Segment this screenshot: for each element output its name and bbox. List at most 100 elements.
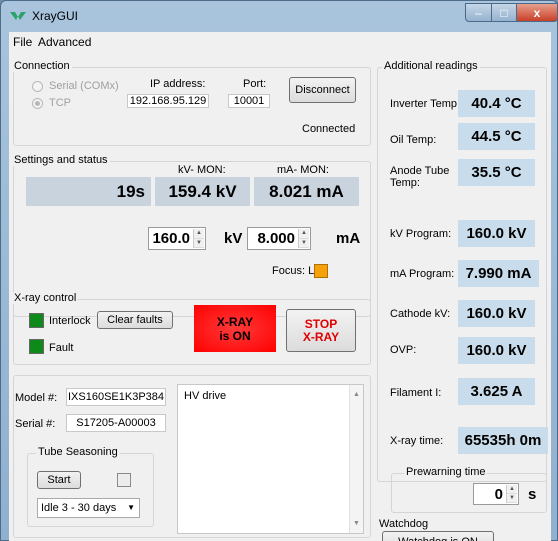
settings-title: Settings and status [12, 154, 110, 166]
anode-temp-label-1: Anode Tube [390, 165, 450, 177]
xray-on-line2: is ON [219, 328, 251, 343]
stop-line2: X-RAY [302, 329, 340, 344]
notes-textarea[interactable]: HV drive ▲ ▼ [177, 384, 364, 534]
menu-advanced[interactable]: Advanced [38, 35, 91, 49]
stop-xray-button[interactable]: STOP X-RAY [286, 309, 356, 352]
cathode-kv-value: 160.0 kV [458, 300, 535, 327]
stop-line1: STOP [304, 316, 338, 331]
scroll-up-icon[interactable]: ▲ [353, 391, 360, 398]
notes-scrollbar[interactable]: ▲ ▼ [349, 385, 363, 533]
maximize-icon: □ [500, 5, 508, 20]
oil-temp-label: Oil Temp: [390, 134, 437, 146]
filament-label: Filament I: [390, 387, 442, 399]
title-bar[interactable]: XrayGUI – □ x [1, 1, 558, 31]
app-icon [10, 12, 26, 20]
chevron-down-icon: ▼ [127, 503, 135, 512]
ma-mon-label: mA- MON: [277, 164, 329, 176]
disconnect-button[interactable]: Disconnect [289, 77, 356, 103]
prewarning-unit: s [528, 486, 537, 503]
app-window: XrayGUI – □ x File Advanced Connection S… [0, 0, 558, 541]
xray-on-indicator: X-RAY is ON [194, 305, 276, 352]
close-button[interactable]: x [516, 3, 558, 22]
xray-on-line1: X-RAY [216, 314, 254, 329]
ma-program-value: 7.990 mA [458, 260, 539, 287]
interlock-label: Interlock [49, 315, 91, 327]
model-field[interactable]: IXS160SE1K3P384 [66, 388, 166, 406]
spin-down-icon[interactable]: ▼ [507, 494, 517, 503]
ma-program-label: mA Program: [390, 268, 455, 280]
client-area: File Advanced Connection Serial (COMx) T… [9, 32, 551, 541]
clear-faults-button[interactable]: Clear faults [97, 311, 173, 329]
ma-mon-display: 8.021 mA [254, 177, 359, 206]
minimize-button[interactable]: – [465, 3, 492, 22]
anode-temp-value: 35.5 °C [458, 159, 535, 186]
kv-spinner-arrows[interactable]: ▲ ▼ [193, 229, 204, 248]
fault-led [29, 339, 44, 354]
anode-temp-label-2: Temp: [390, 177, 420, 189]
ip-field[interactable]: 192.168.95.129 [127, 94, 209, 108]
seasoning-mode-value: Idle 3 - 30 days [41, 502, 117, 514]
kv-program-label: kV Program: [390, 228, 452, 240]
ma-setpoint-spinner[interactable]: 8.000 ▲ ▼ [247, 227, 311, 250]
xray-control-title: X-ray control [12, 292, 79, 304]
port-field[interactable]: 10001 [228, 94, 270, 108]
prewarning-spinner[interactable]: 0 ▲ ▼ [473, 483, 519, 505]
prewarning-value: 0 [494, 485, 503, 503]
serial-label: Serial (COMx) [49, 80, 119, 92]
maximize-button[interactable]: □ [491, 3, 517, 22]
focus-label: Focus: L [272, 265, 315, 277]
seasoning-mode-select[interactable]: Idle 3 - 30 days ▼ [37, 498, 140, 518]
oil-temp-value: 44.5 °C [458, 123, 535, 150]
focus-indicator[interactable] [314, 264, 328, 278]
additional-title: Additional readings [382, 60, 480, 72]
connection-title: Connection [12, 60, 72, 72]
kv-mon-display: 159.4 kV [155, 177, 250, 206]
serial-number-field[interactable]: S17205-A00003 [66, 414, 166, 432]
menu-file[interactable]: File [13, 35, 32, 49]
kv-setpoint-value: 160.0 [152, 230, 190, 247]
kv-program-value: 160.0 kV [458, 220, 535, 247]
xray-time-label: X-ray time: [390, 435, 444, 447]
model-label: Model #: [15, 392, 58, 404]
spin-up-icon[interactable]: ▲ [507, 485, 517, 494]
ip-label: IP address: [150, 78, 206, 90]
kv-setpoint-spinner[interactable]: 160.0 ▲ ▼ [148, 227, 206, 250]
inverter-temp-label: Inverter Temp: [390, 98, 461, 110]
notes-text: HV drive [184, 390, 227, 402]
port-label: Port: [243, 78, 267, 90]
minimize-icon: – [475, 5, 482, 20]
serial-radio[interactable] [32, 81, 43, 92]
tcp-label: TCP [49, 97, 71, 109]
xray-time-value: 65535h 0m [458, 427, 548, 454]
prewarning-title: Prewarning time [404, 466, 488, 478]
scroll-down-icon[interactable]: ▼ [353, 520, 360, 527]
cathode-kv-label: Cathode kV: [390, 308, 451, 320]
ovp-value: 160.0 kV [458, 337, 535, 364]
seasoning-start-button[interactable]: Start [37, 471, 81, 489]
kv-unit: kV [224, 230, 243, 247]
filament-value: 3.625 A [458, 378, 535, 405]
spin-up-icon[interactable]: ▲ [194, 229, 204, 239]
seasoning-title: Tube Seasoning [36, 446, 120, 458]
kv-mon-label: kV- MON: [178, 164, 226, 176]
ma-unit: mA [336, 230, 361, 247]
interlock-led [29, 313, 44, 328]
inverter-temp-value: 40.4 °C [458, 90, 535, 117]
tcp-radio[interactable] [32, 98, 43, 109]
spin-down-icon[interactable]: ▼ [194, 238, 204, 248]
spin-up-icon[interactable]: ▲ [299, 229, 309, 239]
ovp-label: OVP: [390, 344, 417, 356]
close-icon: x [533, 5, 541, 20]
window-title: XrayGUI [32, 9, 79, 23]
seasoning-checkbox[interactable] [117, 473, 131, 487]
elapsed-time-display: 19s [26, 177, 151, 206]
fault-label: Fault [49, 342, 74, 354]
ma-setpoint-value: 8.000 [257, 230, 295, 247]
ma-spinner-arrows[interactable]: ▲ ▼ [298, 229, 309, 248]
spin-down-icon[interactable]: ▼ [299, 238, 309, 248]
connection-status: Connected [302, 123, 356, 135]
watchdog-button[interactable]: Watchdog is ON [382, 531, 494, 541]
prewarning-arrows[interactable]: ▲ ▼ [506, 485, 517, 503]
serial-number-label: Serial #: [15, 418, 56, 430]
prewarning-group [391, 473, 547, 513]
